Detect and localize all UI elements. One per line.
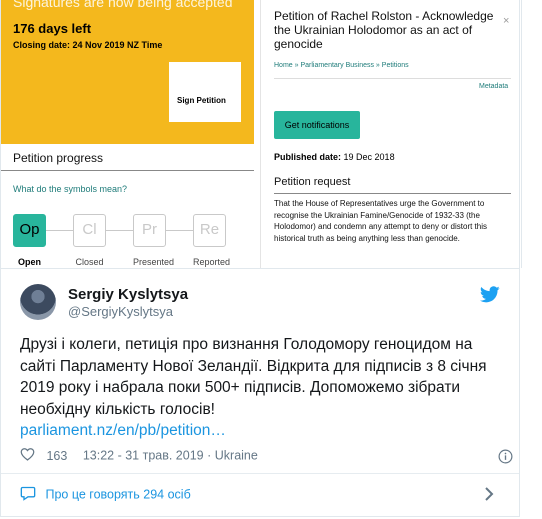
get-notifications-button[interactable]: Get notifications — [274, 111, 360, 139]
step-reported-icon: Re — [193, 214, 226, 247]
step-open-icon: Op — [13, 214, 46, 247]
author-name[interactable]: Sergiy Kyslytsya — [68, 286, 188, 303]
petition-request-text: That the House of Representatives urge t… — [274, 199, 487, 243]
sign-petition-button[interactable]: Sign Petition — [169, 62, 241, 122]
signatures-accepted-text: Signatures are now being accepted — [13, 0, 233, 10]
days-left: 176 days left — [13, 21, 92, 36]
twitter-bird-icon[interactable] — [479, 286, 500, 308]
petition-title: Petition of Rachel Rolston - Acknowledge… — [274, 9, 494, 51]
step-reported: Re Reported — [193, 214, 237, 267]
breadcrumb-divider — [274, 78, 511, 79]
heart-icon[interactable] — [20, 447, 35, 464]
avatar[interactable] — [20, 284, 56, 320]
footer-divider — [0, 473, 520, 474]
symbols-help-link[interactable]: What do the symbols mean? — [13, 184, 127, 194]
published-date-value: 19 Dec 2018 — [343, 152, 395, 162]
tweet-timestamp[interactable]: 13:22 - 31 трав. 2019 — [83, 449, 204, 463]
meta-separator: · — [207, 448, 212, 463]
step-open: Op Open — [13, 214, 57, 267]
embedded-screenshot[interactable]: Signatures are now being accepted 176 da… — [0, 0, 522, 268]
breadcrumb[interactable]: Home » Parliamentary Business » Petition… — [274, 62, 409, 69]
step-open-label: Open — [17, 257, 41, 267]
info-icon[interactable] — [498, 449, 513, 469]
step-presented: Pr Presented — [133, 214, 177, 267]
progress-divider — [1, 170, 254, 171]
metadata-link[interactable]: Metadata — [479, 83, 508, 90]
published-date-label: Published date: — [274, 152, 342, 162]
step-presented-icon: Pr — [133, 214, 166, 247]
author-handle[interactable]: @SergiyKyslytsya — [68, 304, 173, 319]
request-divider — [274, 193, 511, 194]
conversation-link-label: Про це говорять 294 осіб — [45, 487, 191, 502]
tweet-text: Друзі і колеги, петиція про визнання Гол… — [20, 336, 487, 418]
step-closed-label: Closed — [75, 257, 104, 267]
step-reported-label: Reported — [193, 257, 231, 267]
comment-bubble-icon — [20, 486, 36, 504]
published-date: Published date: 19 Dec 2018 — [274, 152, 395, 162]
step-closed-icon: Cl — [73, 214, 106, 247]
conversation-link[interactable]: Про це говорять 294 осіб — [20, 486, 191, 504]
petition-request-title: Petition request — [274, 176, 351, 188]
step-closed: Cl Closed — [73, 214, 117, 267]
image-bottom-border — [0, 268, 520, 269]
tweet-meta: 163 13:22 - 31 трав. 2019 · Ukraine — [20, 447, 258, 464]
step-presented-label: Presented — [133, 257, 175, 267]
closing-date: Closing date: 24 Nov 2019 NZ Time — [13, 40, 163, 50]
signature-status-panel: Signatures are now being accepted 176 da… — [1, 0, 254, 144]
close-icon[interactable]: × — [503, 15, 509, 27]
sign-petition-label: Sign Petition — [177, 96, 226, 105]
like-count[interactable]: 163 — [46, 449, 67, 463]
petition-progress-title: Petition progress — [13, 151, 104, 165]
tweet-link[interactable]: parliament.nz/en/pb/petition… — [20, 422, 226, 440]
chevron-right-icon[interactable] — [484, 487, 494, 506]
tweet-location[interactable]: Ukraine — [215, 449, 258, 463]
column-divider — [260, 0, 261, 268]
